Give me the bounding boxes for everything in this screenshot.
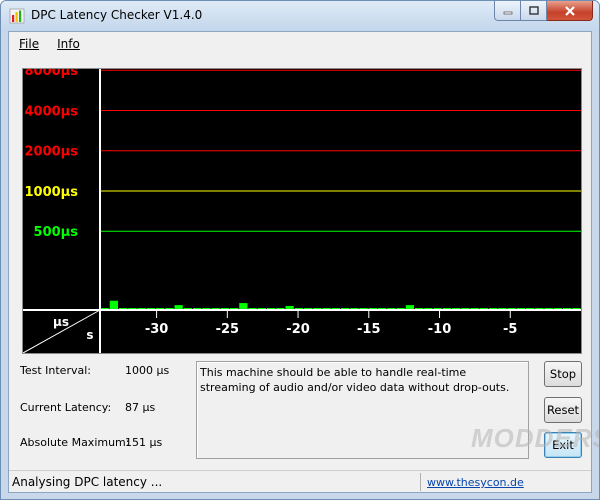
menu-bar: File Info bbox=[9, 32, 591, 56]
menu-file-label: File bbox=[19, 37, 40, 51]
menu-info-label: Info bbox=[57, 37, 80, 51]
latency-bar bbox=[526, 308, 535, 309]
latency-bar bbox=[498, 308, 507, 309]
latency-bar bbox=[193, 308, 202, 309]
y-tick-label-2000: 2000µs bbox=[25, 145, 79, 160]
latency-bar bbox=[183, 308, 192, 309]
absolute-maximum-label: Absolute Maximum: bbox=[20, 436, 130, 449]
latency-bar bbox=[470, 308, 479, 309]
status-separator bbox=[420, 473, 421, 491]
latency-bar bbox=[433, 308, 442, 309]
latency-bar bbox=[359, 308, 368, 309]
app-window: DPC Latency Checker V1.4.0 File Info 500… bbox=[0, 0, 600, 500]
y-axis-unit-label: µs bbox=[53, 315, 69, 329]
latency-bar bbox=[313, 308, 322, 309]
close-icon bbox=[564, 5, 575, 16]
latency-bar bbox=[415, 308, 424, 309]
y-tick-label-8000: 8000µs bbox=[25, 69, 79, 79]
current-latency-label: Current Latency: bbox=[20, 401, 112, 414]
maximize-icon bbox=[528, 6, 539, 15]
latency-bar bbox=[109, 300, 118, 309]
latency-bar bbox=[341, 308, 350, 309]
latency-bar bbox=[276, 308, 285, 309]
latency-bar bbox=[285, 305, 294, 309]
y-tick-label-500: 500µs bbox=[34, 225, 79, 240]
latency-bar bbox=[202, 308, 211, 309]
latency-bar bbox=[350, 308, 359, 309]
latency-bar bbox=[304, 308, 313, 309]
latency-bar bbox=[322, 308, 331, 309]
x-tick-label--30: -30 bbox=[145, 322, 169, 337]
website-link[interactable]: www.thesycon.de bbox=[427, 476, 524, 489]
x-tick-label--15: -15 bbox=[357, 322, 381, 337]
latency-bar bbox=[267, 308, 276, 309]
latency-bar bbox=[507, 308, 516, 309]
x-axis-unit-label: s bbox=[86, 328, 93, 342]
minimize-icon bbox=[503, 11, 512, 14]
latency-bar bbox=[368, 308, 377, 309]
latency-chart: 500µs1000µs2000µs4000µs8000µs16000µsµss-… bbox=[22, 68, 582, 354]
latency-bar bbox=[553, 308, 562, 309]
window-title: DPC Latency Checker V1.4.0 bbox=[31, 8, 203, 22]
status-bar: Analysing DPC latency ... www.thesycon.d… bbox=[9, 470, 591, 492]
y-tick-label-1000: 1000µs bbox=[25, 185, 79, 200]
absolute-maximum-value: 151 µs bbox=[125, 436, 163, 449]
window-controls bbox=[494, 1, 593, 21]
latency-bar bbox=[452, 308, 461, 309]
status-text: Analysing DPC latency ... bbox=[12, 475, 163, 489]
test-interval-label: Test Interval: bbox=[20, 364, 91, 377]
stop-button[interactable]: Stop bbox=[544, 361, 582, 387]
latency-bar bbox=[211, 308, 220, 309]
latency-bar bbox=[378, 308, 387, 309]
watermark-logo: MODDERS bbox=[471, 423, 600, 453]
latency-bar bbox=[442, 308, 451, 309]
latency-bar bbox=[461, 308, 470, 309]
menu-info[interactable]: Info bbox=[47, 37, 88, 51]
latency-bar bbox=[479, 308, 488, 309]
x-tick-label--25: -25 bbox=[216, 322, 240, 337]
latency-bar bbox=[239, 303, 248, 309]
latency-chart-svg: 500µs1000µs2000µs4000µs8000µs16000µsµss-… bbox=[23, 69, 581, 353]
latency-bar bbox=[146, 308, 155, 309]
close-button[interactable] bbox=[547, 1, 593, 21]
current-latency-value: 87 µs bbox=[125, 401, 156, 414]
y-tick-label-4000: 4000µs bbox=[25, 104, 79, 119]
latency-bar bbox=[119, 308, 128, 309]
latency-bar bbox=[248, 308, 257, 309]
latency-bar bbox=[137, 308, 146, 309]
latency-bar bbox=[563, 308, 572, 309]
latency-bar bbox=[387, 308, 396, 309]
app-logo-icon bbox=[9, 8, 25, 24]
latency-bar bbox=[220, 308, 229, 309]
x-tick-label--20: -20 bbox=[286, 322, 310, 337]
latency-bar bbox=[396, 308, 405, 309]
title-bar[interactable]: DPC Latency Checker V1.4.0 bbox=[1, 1, 599, 31]
latency-bar bbox=[128, 308, 137, 309]
latency-bar bbox=[257, 308, 266, 309]
latency-bar bbox=[572, 308, 581, 309]
latency-bar bbox=[489, 308, 498, 309]
latency-bar bbox=[405, 305, 414, 309]
maximize-button[interactable] bbox=[521, 1, 547, 21]
latency-bar bbox=[294, 308, 303, 309]
latency-bar bbox=[331, 308, 340, 309]
test-interval-value: 1000 µs bbox=[125, 364, 170, 377]
latency-bar bbox=[100, 308, 109, 309]
latency-bar bbox=[535, 308, 544, 309]
x-tick-label--5: -5 bbox=[503, 322, 517, 337]
latency-bar bbox=[230, 308, 239, 309]
latency-bar bbox=[516, 308, 525, 309]
latency-bar bbox=[156, 308, 165, 309]
latency-bar bbox=[174, 305, 183, 309]
x-tick-label--10: -10 bbox=[428, 322, 452, 337]
latency-bar bbox=[544, 308, 553, 309]
minimize-button[interactable] bbox=[494, 1, 521, 21]
reset-button[interactable]: Reset bbox=[544, 397, 582, 423]
latency-bar bbox=[424, 308, 433, 309]
menu-file[interactable]: File bbox=[9, 37, 47, 51]
latency-bar bbox=[165, 308, 174, 309]
